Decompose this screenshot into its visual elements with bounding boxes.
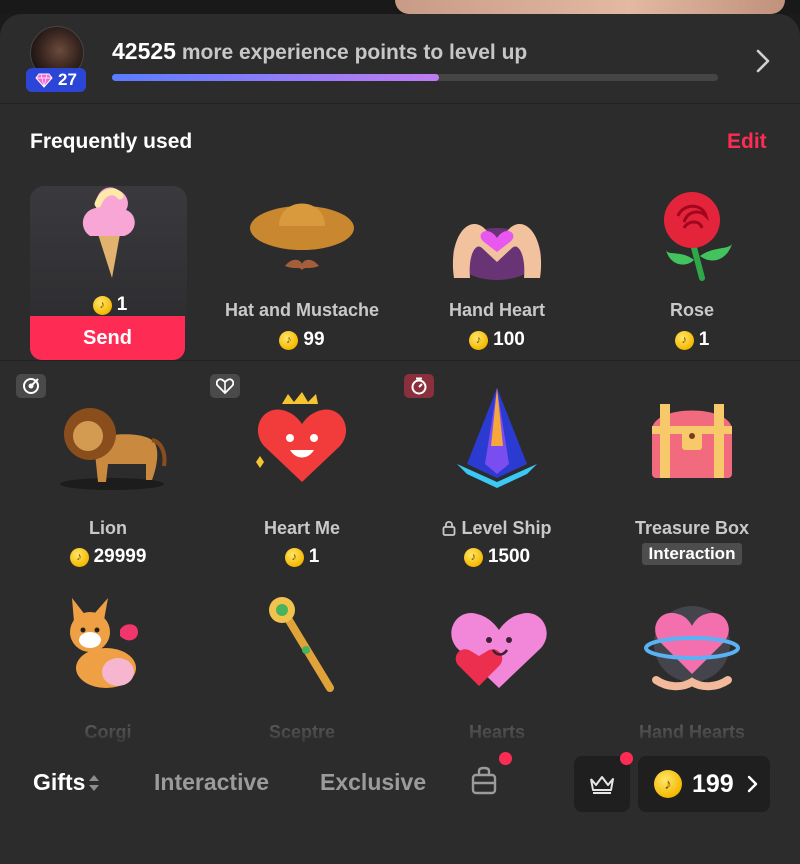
live-video-strip: [0, 0, 800, 14]
tag-timer-icon: [404, 374, 434, 398]
video-preview: [395, 0, 785, 14]
notification-dot: [499, 752, 512, 765]
gift-name: Hat and Mustache: [224, 300, 380, 320]
section-divider: [0, 360, 800, 361]
heart-outline-icon: [216, 378, 234, 394]
sort-icon: [89, 775, 100, 791]
gift-price: ♪ 99: [222, 329, 382, 351]
edit-button[interactable]: Edit: [727, 130, 767, 154]
rose-icon: [664, 192, 732, 281]
level-number: 27: [58, 70, 77, 89]
chevron-right-icon[interactable]: [752, 48, 774, 74]
ice-cream-icon: [82, 187, 135, 278]
gift-tab-bar: Gifts Interactive Exclusive ♪ 199: [0, 736, 800, 812]
xp-progress-bar: [112, 74, 718, 81]
cowboy-hat-icon: [250, 203, 354, 270]
notification-dot: [620, 752, 633, 765]
lion-icon: [60, 408, 167, 490]
coin-icon: ♪: [463, 547, 483, 567]
diamond-icon: [35, 73, 53, 88]
send-button[interactable]: Send: [30, 316, 185, 360]
chevron-right-icon: [747, 775, 757, 793]
section-title: Frequently used: [30, 130, 193, 153]
treasure-chest-icon: [652, 404, 732, 478]
timer-icon: [411, 377, 427, 395]
target-icon: [23, 378, 39, 394]
gift-price: ♪ 1500: [417, 546, 577, 568]
gift-name: Rose: [669, 300, 714, 320]
ship-icon: [457, 388, 537, 488]
level-progress-row[interactable]: 27 42525 more experience points to level…: [0, 14, 800, 104]
level-badge: 27: [26, 68, 86, 92]
coin-icon: ♪: [92, 295, 112, 315]
coin-icon: ♪: [279, 330, 299, 350]
gift-price: ♪ 100: [417, 329, 577, 351]
xp-message: 42525 more experience points to level up: [112, 38, 527, 65]
hand-heart-icon: [452, 223, 542, 280]
gift-name: Hand Heart: [448, 300, 546, 320]
xp-progress-fill: [112, 74, 440, 81]
hearts-icon: [451, 613, 547, 688]
coin-icon: ♪: [284, 547, 304, 567]
gift-name: Lion: [89, 518, 127, 538]
corgi-icon: [70, 598, 138, 688]
crown-button[interactable]: [574, 756, 630, 812]
gift-price: ♪ 1: [612, 329, 772, 351]
gift-price: ♪ 1: [222, 546, 382, 568]
coin-icon: ♪: [654, 770, 682, 798]
lock-icon: [443, 520, 456, 536]
tag-target-icon: [16, 374, 46, 398]
xp-points: 42525: [112, 38, 176, 64]
gift-name: Heart Me: [263, 518, 341, 538]
hand-hearts-icon: [644, 606, 740, 691]
tab-gifts[interactable]: Gifts: [33, 769, 100, 796]
interaction-label: Interaction: [612, 543, 772, 565]
gift-box-icon[interactable]: [470, 766, 498, 796]
gift-price: ♪ 1: [30, 294, 190, 316]
tag-heart-outline-icon: [210, 374, 240, 398]
coin-icon: ♪: [674, 330, 694, 350]
heart-face-icon: [256, 392, 347, 482]
tab-interactive[interactable]: Interactive: [154, 769, 269, 796]
crown-icon: [590, 776, 614, 794]
sceptre-icon: [269, 597, 334, 692]
coin-icon: ♪: [469, 330, 489, 350]
coin-balance-button[interactable]: ♪ 199: [638, 756, 770, 812]
gift-panel: 27 42525 more experience points to level…: [0, 14, 800, 864]
tab-exclusive[interactable]: Exclusive: [320, 769, 426, 796]
gift-name: Level Ship: [417, 518, 577, 539]
gift-name: Treasure Box: [634, 518, 750, 538]
gift-price: ♪ 29999: [28, 546, 188, 568]
coin-icon: ♪: [69, 547, 89, 567]
xp-label: more experience points to level up: [181, 41, 528, 64]
coin-balance: 199: [692, 769, 734, 798]
